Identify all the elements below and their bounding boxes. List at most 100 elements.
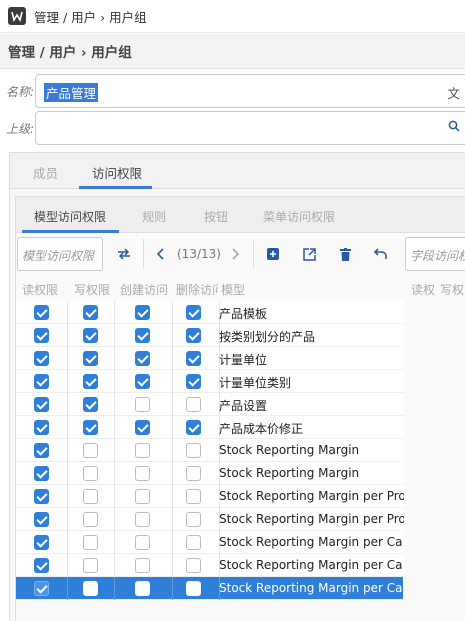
table-row[interactable]: 产品设置 — [16, 393, 403, 416]
table-row[interactable]: 产品模板 — [16, 301, 403, 324]
col-create[interactable]: 创建访问 — [120, 281, 172, 298]
write-checkbox[interactable] — [83, 443, 98, 458]
table-row[interactable]: 计量单位类别 — [16, 370, 403, 393]
tab-access-rights[interactable]: 访问权限 — [92, 163, 142, 182]
add-icon[interactable] — [264, 245, 282, 263]
prev-icon[interactable] — [151, 245, 169, 263]
delete-icon[interactable] — [336, 245, 354, 263]
name-input[interactable]: 产品管理 文 — [35, 74, 465, 108]
write-checkbox[interactable] — [83, 351, 98, 366]
col-model[interactable]: 模型 — [221, 281, 281, 298]
read-checkbox[interactable] — [34, 558, 49, 573]
read-checkbox[interactable] — [34, 397, 49, 412]
table-row[interactable]: Stock Reporting Margin per Pro — [16, 485, 404, 508]
open-icon[interactable] — [300, 245, 318, 263]
write-checkbox[interactable] — [83, 305, 98, 320]
read-checkbox[interactable] — [34, 466, 49, 481]
write-checkbox[interactable] — [83, 466, 98, 481]
read-checkbox[interactable] — [34, 512, 49, 527]
read-checkbox[interactable] — [34, 581, 49, 596]
next-icon[interactable] — [227, 245, 245, 263]
table-row[interactable]: 按类别划分的产品 — [16, 324, 403, 347]
model-name-cell: 计量单位 — [219, 353, 268, 367]
undo-icon[interactable] — [372, 245, 390, 263]
create-checkbox[interactable] — [135, 512, 150, 527]
delete-checkbox[interactable] — [186, 397, 201, 412]
create-checkbox[interactable] — [135, 328, 150, 343]
col-read[interactable]: 读权限 — [22, 281, 67, 298]
write-checkbox[interactable] — [83, 397, 98, 412]
name-value[interactable]: 产品管理 — [44, 83, 99, 102]
table-row[interactable]: Stock Reporting Margin per Ca — [16, 531, 403, 554]
column-divider — [67, 393, 68, 416]
delete-checkbox[interactable] — [186, 443, 201, 458]
model-name-cell: Stock Reporting Margin per Ca — [219, 535, 403, 549]
table-row[interactable]: Stock Reporting Margin per Ca — [16, 577, 403, 600]
search-icon[interactable] — [448, 120, 460, 135]
model-filter-input[interactable]: 模型访问权限 — [17, 237, 103, 271]
create-checkbox[interactable] — [135, 466, 150, 481]
delete-checkbox[interactable] — [186, 420, 201, 435]
create-checkbox[interactable] — [135, 420, 150, 435]
col-field-write[interactable]: 写权 — [440, 281, 465, 298]
delete-checkbox[interactable] — [186, 466, 201, 481]
write-checkbox[interactable] — [83, 558, 98, 573]
read-checkbox[interactable] — [34, 420, 49, 435]
create-checkbox[interactable] — [135, 489, 150, 504]
read-checkbox[interactable] — [34, 328, 49, 343]
create-checkbox[interactable] — [135, 397, 150, 412]
table-row[interactable]: Stock Reporting Margin — [16, 462, 403, 485]
column-divider — [172, 439, 173, 462]
create-checkbox[interactable] — [135, 581, 150, 596]
translate-icon[interactable]: 文 — [447, 83, 460, 102]
subtab-rules[interactable]: 规则 — [142, 208, 166, 225]
field-filter-input[interactable]: 字段访问权限 — [405, 237, 465, 271]
active-subtab-indicator — [22, 230, 119, 233]
read-checkbox[interactable] — [34, 535, 49, 550]
table-row[interactable]: Stock Reporting Margin per Pro — [16, 508, 404, 531]
create-checkbox[interactable] — [135, 305, 150, 320]
delete-checkbox[interactable] — [186, 305, 201, 320]
write-checkbox[interactable] — [83, 581, 98, 596]
read-checkbox[interactable] — [34, 305, 49, 320]
subtab-model-access[interactable]: 模型访问权限 — [34, 208, 106, 225]
tab-members[interactable]: 成员 — [33, 163, 58, 182]
table-row[interactable]: Stock Reporting Margin — [16, 439, 403, 462]
write-checkbox[interactable] — [83, 420, 98, 435]
col-write[interactable]: 写权限 — [74, 281, 119, 298]
parent-field-row: 上级: — [0, 111, 465, 145]
create-checkbox[interactable] — [135, 535, 150, 550]
create-checkbox[interactable] — [135, 374, 150, 389]
column-divider — [67, 416, 68, 439]
delete-checkbox[interactable] — [186, 374, 201, 389]
table-row[interactable]: 产品成本价修正 — [16, 416, 403, 439]
table-row[interactable]: 计量单位 — [16, 347, 403, 370]
delete-checkbox[interactable] — [186, 351, 201, 366]
col-field-read[interactable]: 读权 — [411, 281, 439, 298]
delete-checkbox[interactable] — [186, 512, 201, 527]
table-row[interactable]: Stock Reporting Margin per Ca — [16, 554, 403, 577]
col-delete[interactable]: 删除访问 — [176, 281, 218, 298]
read-checkbox[interactable] — [34, 489, 49, 504]
breadcrumb: 管理 / 用户 › 用户组 — [8, 45, 132, 61]
swap-icon[interactable] — [115, 245, 133, 263]
write-checkbox[interactable] — [83, 512, 98, 527]
write-checkbox[interactable] — [83, 328, 98, 343]
write-checkbox[interactable] — [83, 489, 98, 504]
delete-checkbox[interactable] — [186, 535, 201, 550]
create-checkbox[interactable] — [135, 443, 150, 458]
delete-checkbox[interactable] — [186, 328, 201, 343]
write-checkbox[interactable] — [83, 374, 98, 389]
write-checkbox[interactable] — [83, 535, 98, 550]
delete-checkbox[interactable] — [186, 581, 201, 596]
read-checkbox[interactable] — [34, 374, 49, 389]
read-checkbox[interactable] — [34, 443, 49, 458]
subtab-menu-access[interactable]: 菜单访问权限 — [263, 208, 335, 225]
create-checkbox[interactable] — [135, 351, 150, 366]
delete-checkbox[interactable] — [186, 558, 201, 573]
read-checkbox[interactable] — [34, 351, 49, 366]
subtab-buttons[interactable]: 按钮 — [204, 208, 228, 225]
delete-checkbox[interactable] — [186, 489, 201, 504]
parent-input[interactable] — [35, 111, 465, 145]
create-checkbox[interactable] — [135, 558, 150, 573]
